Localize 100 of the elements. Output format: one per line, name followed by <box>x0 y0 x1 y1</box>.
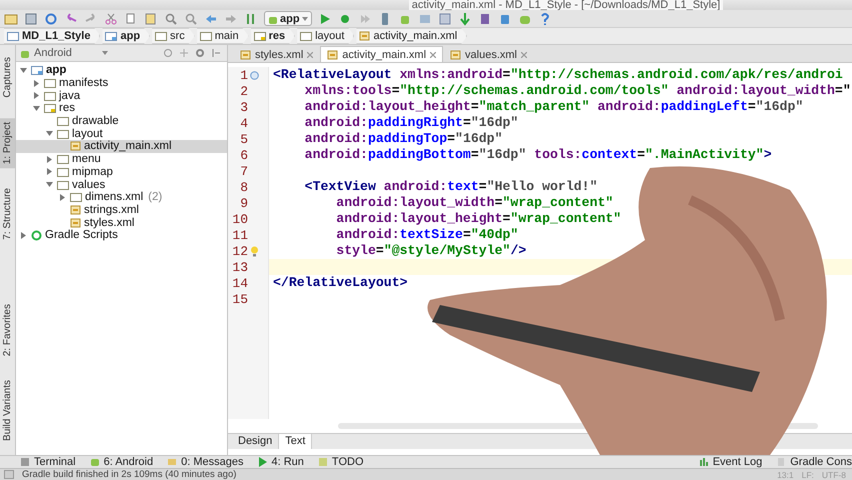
code-line: <TextView android:text="Hello world!" <box>304 179 598 194</box>
search-icon[interactable] <box>164 12 178 26</box>
tree-item[interactable]: strings.xml <box>16 204 227 216</box>
close-icon[interactable] <box>307 52 314 58</box>
breadcrumb[interactable]: layout <box>297 28 354 44</box>
tree-item[interactable]: activity_main.xml <box>16 140 227 153</box>
folder-icon <box>155 31 168 41</box>
folder-icon <box>57 166 69 177</box>
close-icon[interactable] <box>521 52 527 58</box>
code-line: android:layout_height="wrap_content" <box>335 211 622 226</box>
folder-icon <box>300 31 312 41</box>
breadcrumb[interactable]: MD_L1_Style <box>4 28 100 44</box>
tool-window-tab[interactable]: TODO <box>318 456 364 468</box>
tree-item[interactable]: drawable <box>16 114 227 128</box>
lightbulb-icon[interactable] <box>250 246 258 256</box>
side-tab[interactable]: 2: Favorites <box>0 300 15 360</box>
tool-window-tab[interactable]: 4: Run <box>258 456 304 468</box>
side-tab[interactable]: Build Variants <box>0 376 15 445</box>
side-tab[interactable]: 1: Project <box>0 118 15 168</box>
line-number: 11 <box>231 228 248 242</box>
tree-item[interactable]: Gradle Scripts <box>16 228 227 242</box>
breadcrumb[interactable]: main <box>196 28 249 44</box>
tree-item[interactable]: dimens.xml (2) <box>16 190 227 204</box>
close-icon[interactable] <box>430 52 436 58</box>
folder-icon <box>44 78 56 88</box>
cut-icon[interactable] <box>104 12 118 26</box>
line-number: 13 <box>231 260 248 274</box>
tree-item[interactable]: values <box>16 178 227 191</box>
xml-file-icon <box>450 50 462 60</box>
breadcrumb[interactable]: src <box>152 28 195 44</box>
xml-file-icon <box>327 50 338 60</box>
line-number: 12 <box>231 244 248 258</box>
code-line: </RelativeLayout> <box>273 275 408 290</box>
dropdown-caret-icon <box>102 51 108 55</box>
paste-icon[interactable] <box>144 12 158 26</box>
collapsed-arrow-icon[interactable] <box>46 156 53 163</box>
code-line: android:layout_width="wrap_content" <box>335 195 614 210</box>
expanded-arrow-icon[interactable] <box>33 104 40 112</box>
tool-window-tab[interactable]: 6: Android <box>90 456 154 468</box>
file-count: (2) <box>148 191 162 204</box>
breadcrumb[interactable]: res <box>250 28 296 44</box>
side-tab[interactable]: Captures <box>0 53 15 102</box>
line-number: 6 <box>239 148 248 162</box>
window-title: activity_main.xml - MD_L1_Style - [~/Downloads/MD_L1_Style] <box>408 0 724 10</box>
collapsed-arrow-icon[interactable] <box>33 80 40 87</box>
code-line: android:paddingBottom="16dp" tools:context=".MainActivity"> <box>304 147 772 162</box>
xml-file-icon <box>70 141 81 152</box>
code-line: android:paddingRight="16dp" <box>304 115 518 130</box>
collapsed-arrow-icon[interactable] <box>59 194 66 201</box>
breadcrumb[interactable]: activity_main.xml <box>356 28 468 44</box>
collapsed-arrow-icon[interactable] <box>33 92 40 100</box>
tree-item[interactable]: styles.xml <box>16 216 227 229</box>
run-configuration-dropdown[interactable]: app <box>264 11 312 26</box>
breadcrumb[interactable]: app <box>102 28 150 44</box>
xml-file-icon <box>359 31 370 41</box>
tree-item[interactable]: java <box>16 89 227 102</box>
line-number: 10 <box>231 212 248 226</box>
line-number: 9 <box>239 196 248 210</box>
save-icon[interactable] <box>24 12 38 26</box>
code-line: android:layout_height="match_parent" android:paddingLeft="16dp" <box>304 99 804 114</box>
tree-item[interactable]: res <box>16 102 227 115</box>
tree-item[interactable]: mipmap <box>16 166 227 178</box>
line-number: 7 <box>239 164 248 178</box>
xml-file-icon <box>70 218 81 228</box>
code-line: style="@style/MyStyle"/> <box>335 243 526 258</box>
line-number: 3 <box>239 100 248 114</box>
tree-item[interactable]: manifests <box>16 76 227 90</box>
folder-icon <box>57 180 69 190</box>
module-folder-icon <box>31 65 43 76</box>
editor-tab[interactable]: activity_main.xml <box>320 46 444 62</box>
line-number: 14 <box>231 276 248 290</box>
tool-window-tab[interactable]: Gradle Cons <box>776 456 852 468</box>
collapsed-arrow-icon[interactable] <box>20 232 27 239</box>
folder-icon[interactable] <box>4 12 18 26</box>
dropdown-caret-icon <box>302 16 308 20</box>
expanded-arrow-icon[interactable] <box>20 66 27 74</box>
tool-window-tab[interactable]: 0: Messages <box>167 456 244 468</box>
view-tab[interactable]: Design <box>232 434 278 449</box>
tool-window-tab[interactable]: Event Log <box>698 456 762 468</box>
resource-folder-icon <box>254 31 266 41</box>
resource-folder-icon <box>44 103 56 114</box>
event-log-icon <box>698 457 709 467</box>
line-number: 4 <box>239 116 248 130</box>
view-tab[interactable]: Text <box>278 434 312 449</box>
expanded-arrow-icon[interactable] <box>46 130 53 138</box>
expanded-arrow-icon[interactable] <box>46 181 53 188</box>
tree-item[interactable]: app <box>16 64 227 77</box>
folder-icon <box>57 154 69 164</box>
download-icon[interactable] <box>458 12 472 26</box>
project-folder-icon <box>7 31 19 41</box>
tool-window-tab[interactable]: Terminal <box>20 456 76 468</box>
side-tab[interactable]: 7: Structure <box>0 184 15 244</box>
status-message: Gradle build finished in 2s 109ms (40 minutes ago) <box>22 469 236 480</box>
folder-icon <box>57 116 69 126</box>
collapsed-arrow-icon[interactable] <box>46 168 53 176</box>
tree-item[interactable]: menu <box>16 152 227 166</box>
xml-file-icon <box>240 50 251 60</box>
xml-file-icon <box>70 204 81 215</box>
tree-item[interactable]: layout <box>16 127 227 140</box>
code-line: android:paddingTop="16dp" <box>304 131 503 146</box>
